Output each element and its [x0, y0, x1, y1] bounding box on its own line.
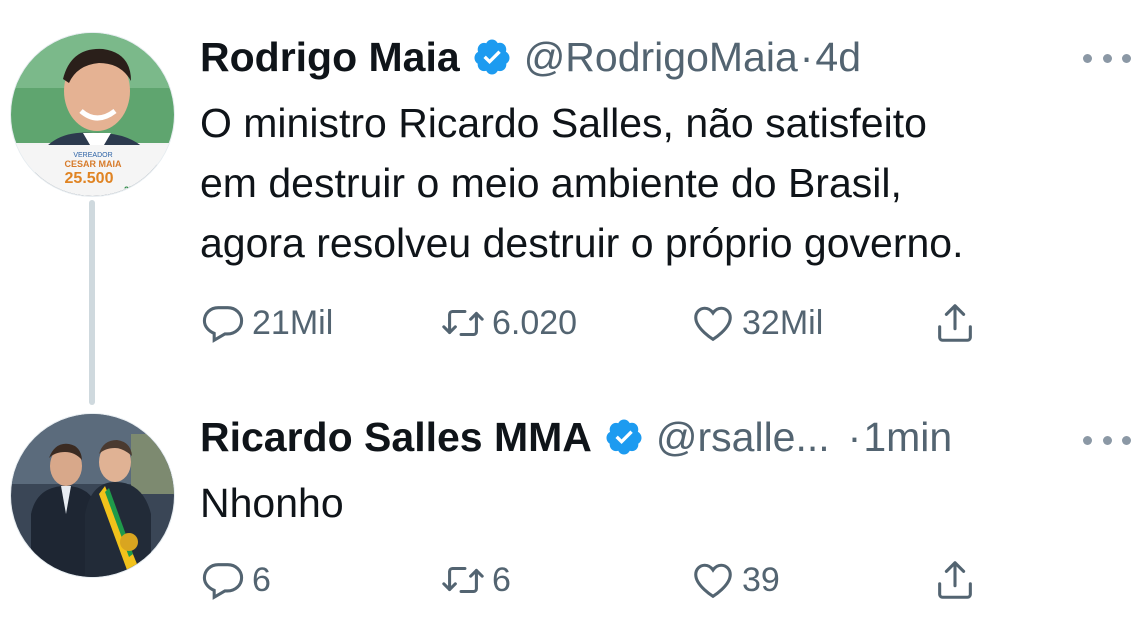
reply-count: 21Mil — [252, 303, 334, 342]
retweet-button[interactable]: 6 — [440, 555, 511, 605]
tweet-header: Rodrigo Maia @RodrigoMaia · 4d — [200, 33, 861, 81]
tweet-actions: 6 6 39 — [200, 555, 1000, 605]
avatar-badge-line1: VEREADOR — [73, 152, 112, 159]
more-icon[interactable] — [1083, 430, 1131, 450]
avatar-badge-line4: 25 — [124, 185, 134, 195]
author-name[interactable]: Rodrigo Maia — [200, 33, 460, 81]
like-icon — [694, 306, 732, 342]
reply-icon — [202, 563, 244, 600]
separator-dot: · — [847, 414, 862, 460]
avatar-ricardo-salles[interactable] — [10, 413, 175, 578]
tweet-actions: 21Mil 6.020 32Mil — [200, 298, 1000, 348]
like-count: 32Mil — [742, 303, 824, 342]
author-handle[interactable]: @rsalle... — [656, 413, 830, 461]
share-button[interactable] — [932, 555, 984, 605]
avatar-badge-line2: CESAR MAIA — [64, 159, 122, 169]
retweet-button[interactable]: 6.020 — [440, 298, 577, 348]
tweet-text: Nhonho — [200, 480, 344, 526]
verified-badge-icon — [604, 417, 644, 457]
like-icon — [694, 563, 732, 599]
reply-icon — [202, 306, 244, 343]
tweet-header: Ricardo Salles MMA @rsalle... · 1min — [200, 413, 952, 461]
tweet-timestamp[interactable]: 4d — [815, 33, 861, 81]
thread-connector-line — [89, 200, 95, 405]
separator-dot: · — [799, 34, 814, 80]
author-name[interactable]: Ricardo Salles MMA — [200, 413, 592, 461]
retweet-count: 6.020 — [492, 303, 578, 342]
author-handle[interactable]: @RodrigoMaia — [524, 33, 798, 81]
retweet-icon — [442, 566, 484, 594]
verified-badge-icon — [472, 37, 512, 77]
retweet-icon — [442, 309, 484, 337]
reply-count: 6 — [252, 560, 271, 599]
retweet-count: 6 — [492, 560, 511, 599]
tweet-text: O ministro Ricardo Salles, não satisfeit… — [200, 100, 964, 266]
more-icon[interactable] — [1083, 48, 1131, 68]
tweet-timestamp[interactable]: 1min — [863, 413, 952, 461]
like-count: 39 — [742, 560, 780, 599]
avatar-rodrigo-maia[interactable]: VEREADOR CESAR MAIA 25.500 25 — [10, 32, 175, 197]
share-icon — [938, 561, 972, 599]
avatar-badge-line3: 25.500 — [65, 170, 114, 187]
reply-button[interactable]: 6 — [200, 555, 271, 605]
share-button[interactable] — [932, 298, 984, 348]
reply-button[interactable]: 21Mil — [200, 298, 333, 348]
like-button[interactable]: 39 — [690, 555, 780, 605]
share-icon — [938, 304, 972, 342]
like-button[interactable]: 32Mil — [690, 298, 823, 348]
